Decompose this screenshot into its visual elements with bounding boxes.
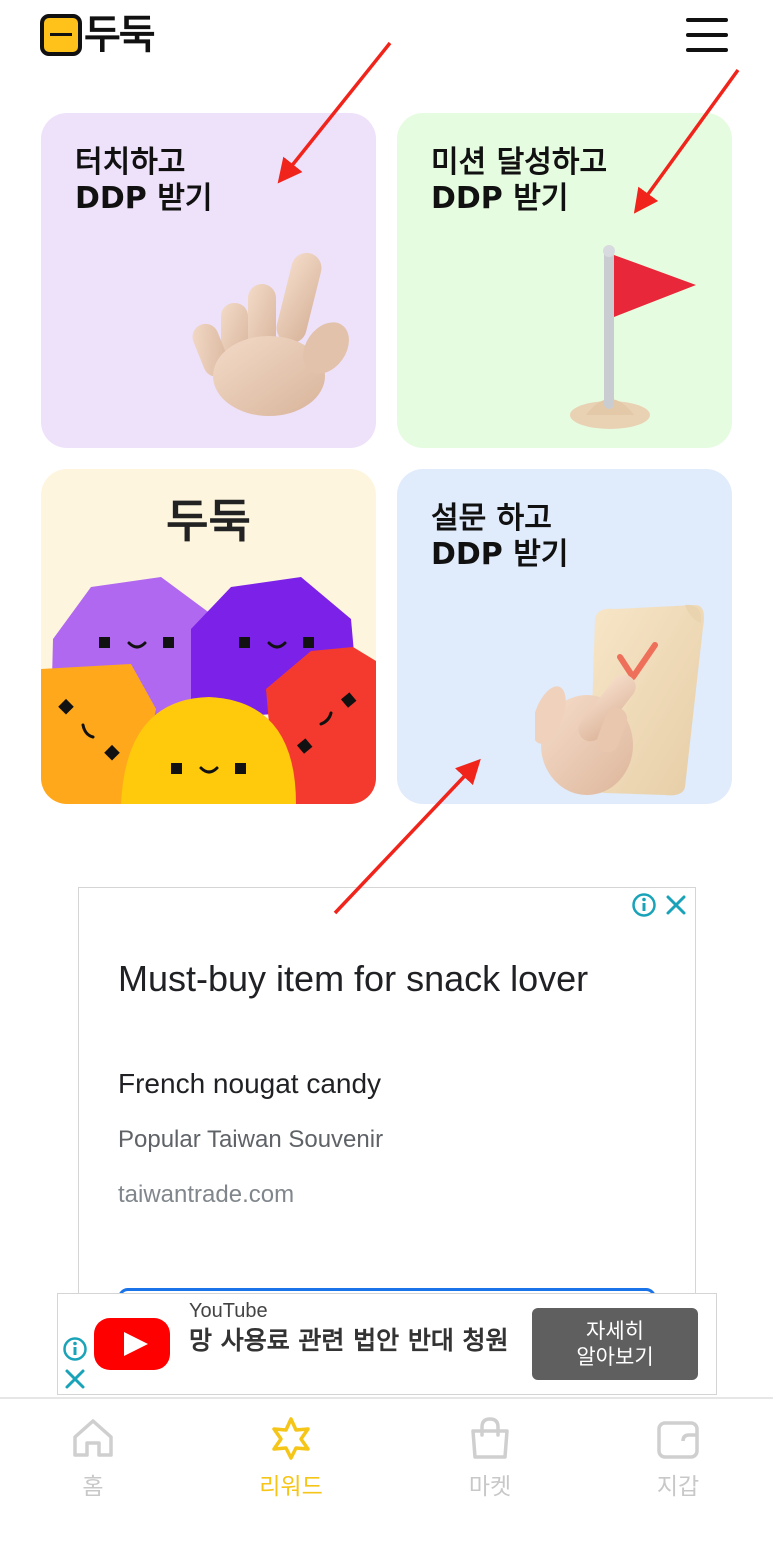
nav-item-reward[interactable]: 리워드 — [231, 1415, 351, 1501]
nav-label-wallet: 지갑 — [656, 1474, 700, 1500]
ad-subheadline: French nougat candy — [118, 1068, 382, 1099]
touch-reward-card[interactable]: 터치하고 DDP 받기 — [41, 113, 376, 448]
survey-card-title: 설문 하고 DDP 받기 — [431, 501, 569, 572]
pointing-hand-icon — [192, 252, 349, 416]
bottom-nav: 홈 리워드 마켓 지갑 — [0, 1397, 773, 1541]
logo-mark-icon — [40, 14, 82, 56]
learn-more-button[interactable]: 자세히 알아보기 — [532, 1308, 698, 1380]
nav-item-wallet[interactable]: 지갑 — [618, 1415, 738, 1501]
app-header: 두둑 — [0, 0, 773, 80]
banner-source: YouTube — [189, 1300, 268, 1322]
banner-close-icon[interactable] — [64, 1368, 86, 1390]
wallet-icon — [657, 1421, 699, 1459]
home-icon — [73, 1419, 113, 1457]
touch-card-title: 터치하고 DDP 받기 — [75, 145, 213, 216]
mission-reward-card[interactable]: 미션 달성하고 DDP 받기 — [397, 113, 732, 448]
ad-close-icon[interactable] — [663, 892, 689, 918]
hamburger-menu-icon[interactable] — [684, 16, 730, 54]
native-ad[interactable]: Must-buy item for snack lover French nou… — [78, 887, 696, 1317]
ad-headline[interactable]: Must-buy item for snack lover — [118, 954, 638, 1004]
mission-card-title: 미션 달성하고 DDP 받기 — [431, 145, 608, 216]
ad-url[interactable]: taiwantrade.com — [118, 1181, 294, 1209]
nav-item-market[interactable]: 마켓 — [430, 1415, 550, 1501]
nav-label-reward: 리워드 — [259, 1474, 323, 1500]
red-flag-icon — [570, 245, 696, 429]
banner-info-icon[interactable] — [62, 1336, 88, 1362]
survey-reward-card[interactable]: 설문 하고 DDP 받기 — [397, 469, 732, 804]
banner-ad[interactable]: YouTube 망 사용료 관련 법안 반대 청원 자세히 알아보기 — [57, 1293, 717, 1395]
doodook-card[interactable]: 두둑 — [41, 469, 376, 804]
app-logo[interactable]: 두둑 — [40, 12, 156, 58]
nav-label-home: 홈 — [82, 1474, 104, 1500]
logo-text: 두둑 — [84, 12, 156, 58]
shopping-bag-icon — [471, 1417, 509, 1459]
doodook-card-title: 두둑 — [166, 494, 251, 548]
nav-label-market: 마켓 — [468, 1474, 512, 1500]
survey-scroll-icon — [535, 604, 704, 796]
ad-description: Popular Taiwan Souvenir — [118, 1126, 384, 1153]
ad-controls — [631, 892, 689, 918]
star-icon — [272, 1417, 310, 1460]
banner-title[interactable]: 망 사용료 관련 법안 반대 청원 — [189, 1326, 509, 1356]
nav-item-home[interactable]: 홈 — [33, 1415, 153, 1501]
ad-info-icon[interactable] — [631, 892, 657, 918]
youtube-logo-icon — [94, 1318, 170, 1370]
doodook-characters-icon — [41, 577, 376, 804]
